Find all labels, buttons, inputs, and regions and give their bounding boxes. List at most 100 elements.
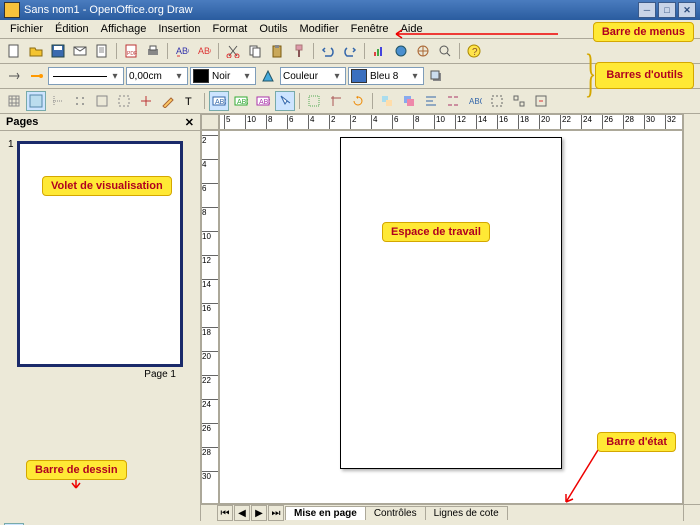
- annot-travail: Espace de travail: [382, 222, 490, 242]
- snap-grid-button[interactable]: [70, 91, 90, 111]
- help-button[interactable]: ?: [464, 41, 484, 61]
- crop-button[interactable]: [326, 91, 346, 111]
- guides-button[interactable]: [26, 91, 46, 111]
- arrow-style-button[interactable]: [4, 66, 24, 86]
- email-button[interactable]: [70, 41, 90, 61]
- snap-margins-button[interactable]: [92, 91, 112, 111]
- page-thumbnail[interactable]: [17, 141, 183, 367]
- drawing-page[interactable]: [340, 137, 562, 469]
- fill-style-combo[interactable]: Couleur▾: [280, 67, 346, 85]
- snap-points-button[interactable]: [136, 91, 156, 111]
- annot-etat: Barre d'état: [597, 432, 676, 452]
- select-text-button[interactable]: T: [180, 91, 200, 111]
- navigator-button[interactable]: [413, 41, 433, 61]
- vertical-ruler[interactable]: 24681012141618202224262830: [201, 130, 219, 504]
- new-button[interactable]: [4, 41, 24, 61]
- hscroll-right[interactable]: [683, 505, 700, 521]
- svg-text:ABC: ABC: [259, 99, 270, 106]
- page-caption: Page 1: [6, 369, 194, 380]
- fill-color-combo[interactable]: Bleu 8▾: [348, 67, 424, 85]
- area-button[interactable]: [258, 66, 278, 86]
- vertical-scrollbar[interactable]: [683, 130, 700, 504]
- tab-controles[interactable]: Contrôles: [365, 506, 426, 520]
- menu-insertion[interactable]: Insertion: [152, 21, 206, 37]
- svg-text:?: ?: [472, 47, 478, 58]
- enter-group-button[interactable]: [531, 91, 551, 111]
- format-paintbrush-button[interactable]: [289, 41, 309, 61]
- minimize-button[interactable]: ─: [638, 2, 656, 18]
- annot-menus: Barre de menus: [593, 22, 694, 42]
- align1-button[interactable]: [421, 91, 441, 111]
- annot-visu: Volet de visualisation: [42, 176, 172, 196]
- tab-next-button[interactable]: ▶: [251, 505, 267, 521]
- tab-first-button[interactable]: ⏮: [217, 505, 233, 521]
- group-button[interactable]: [487, 91, 507, 111]
- line-color-combo[interactable]: Noir▾: [190, 67, 256, 85]
- tab-prev-button[interactable]: ◀: [234, 505, 250, 521]
- textbox1-button[interactable]: ABC: [209, 91, 229, 111]
- open-button[interactable]: [26, 41, 46, 61]
- auto-spellcheck-button[interactable]: ABC: [194, 41, 214, 61]
- cut-button[interactable]: [223, 41, 243, 61]
- maximize-button[interactable]: □: [658, 2, 676, 18]
- textbox3-button[interactable]: ABC: [253, 91, 273, 111]
- align2-button[interactable]: [443, 91, 463, 111]
- snap-frame-button[interactable]: [114, 91, 134, 111]
- pages-title: Pages: [6, 116, 38, 128]
- grid-button[interactable]: [4, 91, 24, 111]
- hyperlink-button[interactable]: [391, 41, 411, 61]
- redo-button[interactable]: [340, 41, 360, 61]
- svg-text:ABC: ABC: [237, 99, 248, 106]
- line-endings-button[interactable]: [26, 66, 46, 86]
- export-pdf-button[interactable]: PDF: [121, 41, 141, 61]
- tab-strip: ⏮ ◀ ▶ ⏭ Mise en page Contrôles Lignes de…: [217, 505, 683, 521]
- annot-dessin: Barre de dessin: [26, 460, 127, 480]
- contour-button[interactable]: [304, 91, 324, 111]
- menu-modifier[interactable]: Modifier: [294, 21, 345, 37]
- edit-doc-button[interactable]: [92, 41, 112, 61]
- line-style-combo[interactable]: ▾: [48, 67, 124, 85]
- line-width-combo[interactable]: 0,00cm▾: [126, 67, 188, 85]
- arrange-button[interactable]: [399, 91, 419, 111]
- svg-text:ABC: ABC: [176, 46, 189, 56]
- app-icon: [4, 2, 20, 18]
- horizontal-ruler[interactable]: 51086422468101214161820222426283032: [219, 114, 683, 130]
- chart-button[interactable]: [369, 41, 389, 61]
- toolbar-drawing: T A: [0, 521, 700, 525]
- menu-outils[interactable]: Outils: [253, 21, 293, 37]
- shadow-button[interactable]: [426, 66, 446, 86]
- pages-close-button[interactable]: ✕: [185, 116, 194, 129]
- menu-edition[interactable]: Édition: [49, 21, 95, 37]
- tab-last-button[interactable]: ⏭: [268, 505, 284, 521]
- quick-edit-button[interactable]: [158, 91, 178, 111]
- paste-button[interactable]: [267, 41, 287, 61]
- save-button[interactable]: [48, 41, 68, 61]
- snap-lines-button[interactable]: [48, 91, 68, 111]
- position-size-button[interactable]: [377, 91, 397, 111]
- close-button[interactable]: ✕: [678, 2, 696, 18]
- menu-affichage[interactable]: Affichage: [95, 21, 153, 37]
- print-button[interactable]: [143, 41, 163, 61]
- tab-lignes-de-cote[interactable]: Lignes de cote: [425, 506, 508, 520]
- pages-header: Pages ✕: [0, 114, 200, 131]
- page-number: 1: [8, 139, 14, 150]
- zoom-button[interactable]: [435, 41, 455, 61]
- tab-mise-en-page[interactable]: Mise en page: [285, 506, 366, 520]
- rotate-object-button[interactable]: [348, 91, 368, 111]
- menu-format[interactable]: Format: [207, 21, 254, 37]
- ungroup-button[interactable]: [509, 91, 529, 111]
- distribute-button[interactable]: ABC: [465, 91, 485, 111]
- ruler-corner: [201, 114, 219, 130]
- spellcheck-button[interactable]: ABC: [172, 41, 192, 61]
- svg-text:PDF: PDF: [127, 51, 137, 57]
- undo-button[interactable]: [318, 41, 338, 61]
- double-click-edit-button[interactable]: [275, 91, 295, 111]
- menu-fichier[interactable]: Fichier: [4, 21, 49, 37]
- svg-text:ABC: ABC: [198, 46, 211, 56]
- title-bar: Sans nom1 - OpenOffice.org Draw ─ □ ✕: [0, 0, 700, 20]
- textbox2-button[interactable]: ABC: [231, 91, 251, 111]
- vscroll-top[interactable]: [683, 114, 700, 130]
- annot-outils: Barres d'outils: [595, 62, 694, 89]
- work-area: 51086422468101214161820222426283032 2468…: [201, 114, 700, 521]
- copy-button[interactable]: [245, 41, 265, 61]
